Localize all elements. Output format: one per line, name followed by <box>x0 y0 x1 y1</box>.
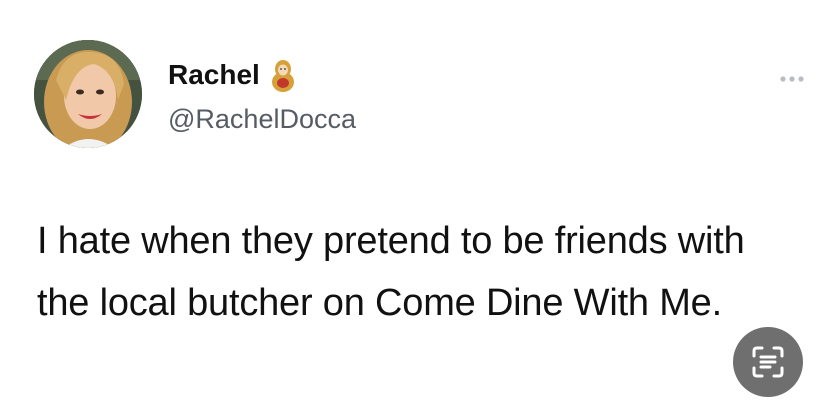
text-scan-button[interactable] <box>733 327 803 397</box>
user-handle[interactable]: @RachelDocca <box>168 104 356 135</box>
display-name[interactable]: Rachel <box>168 59 260 91</box>
tweet-text: I hate when they pretend to be friends w… <box>37 220 745 324</box>
avatar-photo <box>34 40 142 148</box>
more-icon[interactable] <box>779 70 805 82</box>
tweet-card: Rachel @RachelDocca I hate when they pre… <box>0 0 828 414</box>
text-scan-icon <box>752 346 784 378</box>
name-row: Rachel <box>168 58 296 92</box>
nesting-doll-icon <box>270 58 296 92</box>
avatar[interactable] <box>34 40 142 148</box>
